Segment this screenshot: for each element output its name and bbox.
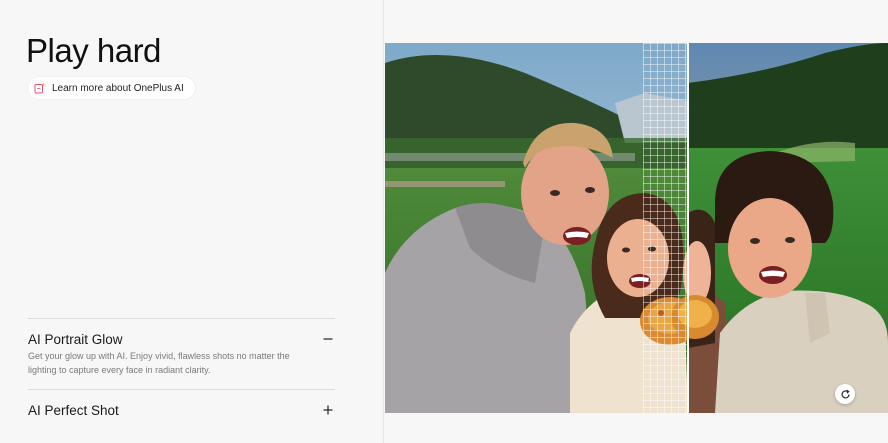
feature-accordion: AI Portrait Glow Get your glow up with A…: [28, 318, 335, 430]
refresh-button[interactable]: [835, 384, 855, 404]
comparison-slider-handle[interactable]: [687, 43, 689, 413]
refresh-icon: [840, 389, 850, 399]
learn-more-label: Learn more about OnePlus AI: [52, 82, 184, 94]
photo-scene: [385, 43, 888, 413]
accordion-header-perfect-shot[interactable]: AI Perfect Shot: [28, 390, 335, 430]
accordion-title: AI Portrait Glow: [28, 331, 123, 347]
page: Play hard Learn more about OnePlus AI AI…: [0, 0, 888, 443]
accordion-description: Get your glow up with AI. Enjoy vivid, f…: [28, 351, 290, 375]
ai-sparkle-icon: [34, 82, 46, 94]
page-title: Play hard: [26, 32, 161, 69]
comparison-image: [385, 43, 888, 413]
accordion-item-portrait-glow: AI Portrait Glow Get your glow up with A…: [28, 318, 335, 389]
learn-more-button[interactable]: Learn more about OnePlus AI: [28, 77, 195, 99]
minus-icon[interactable]: [321, 332, 335, 346]
feature-panel: Play hard Learn more about OnePlus AI AI…: [0, 0, 384, 443]
accordion-title: AI Perfect Shot: [28, 402, 119, 418]
plus-icon[interactable]: [321, 403, 335, 417]
accordion-item-perfect-shot: AI Perfect Shot: [28, 389, 335, 430]
processing-grid-overlay: [643, 43, 687, 413]
